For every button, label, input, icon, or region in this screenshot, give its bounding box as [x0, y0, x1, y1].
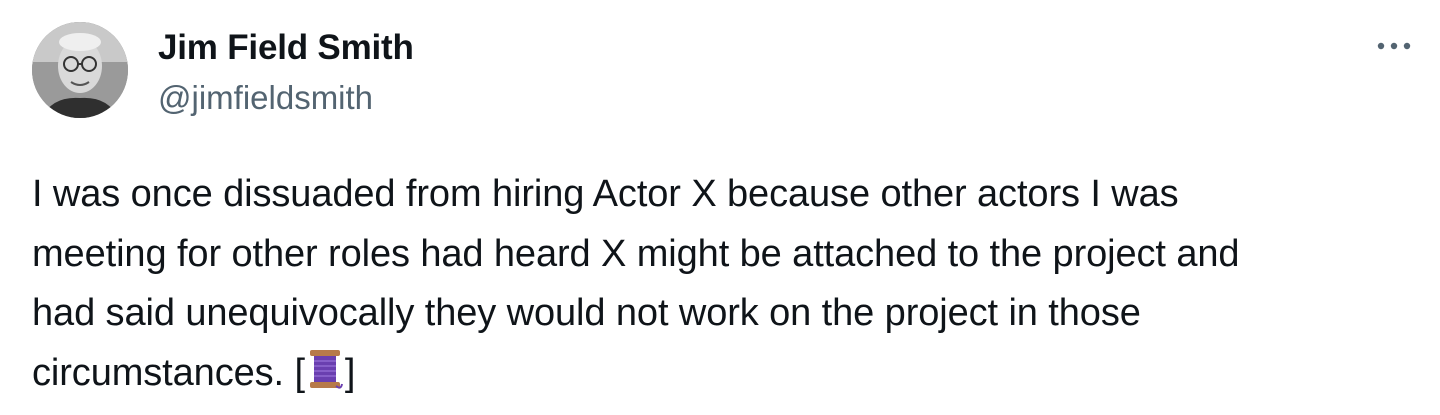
author-block: Jim Field Smith @jimfieldsmith — [158, 26, 414, 120]
more-options-icon — [1377, 42, 1411, 50]
avatar[interactable] — [32, 22, 128, 118]
tweet-text-suffix: ] — [344, 351, 356, 394]
more-options-button[interactable] — [1374, 28, 1414, 64]
tweet-text-line: I was once dissuaded from hiring Actor X… — [32, 173, 1179, 215]
avatar-photo — [32, 22, 128, 118]
tweet-text-prefix: circumstances. [ — [32, 351, 305, 394]
thread-spool-icon — [307, 348, 343, 392]
tweet-text-line: had said unequivocally they would not wo… — [32, 292, 1141, 334]
tweet-text-last-line: circumstances. [ ] — [32, 344, 1422, 404]
author-handle[interactable]: @jimfieldsmith — [158, 76, 414, 120]
tweet-text: I was once dissuaded from hiring Actor X… — [32, 165, 1422, 403]
tweet-card: Jim Field Smith @jimfieldsmith I was onc… — [0, 0, 1440, 415]
author-display-name[interactable]: Jim Field Smith — [158, 26, 414, 70]
tweet-text-line: meeting for other roles had heard X migh… — [32, 232, 1240, 275]
